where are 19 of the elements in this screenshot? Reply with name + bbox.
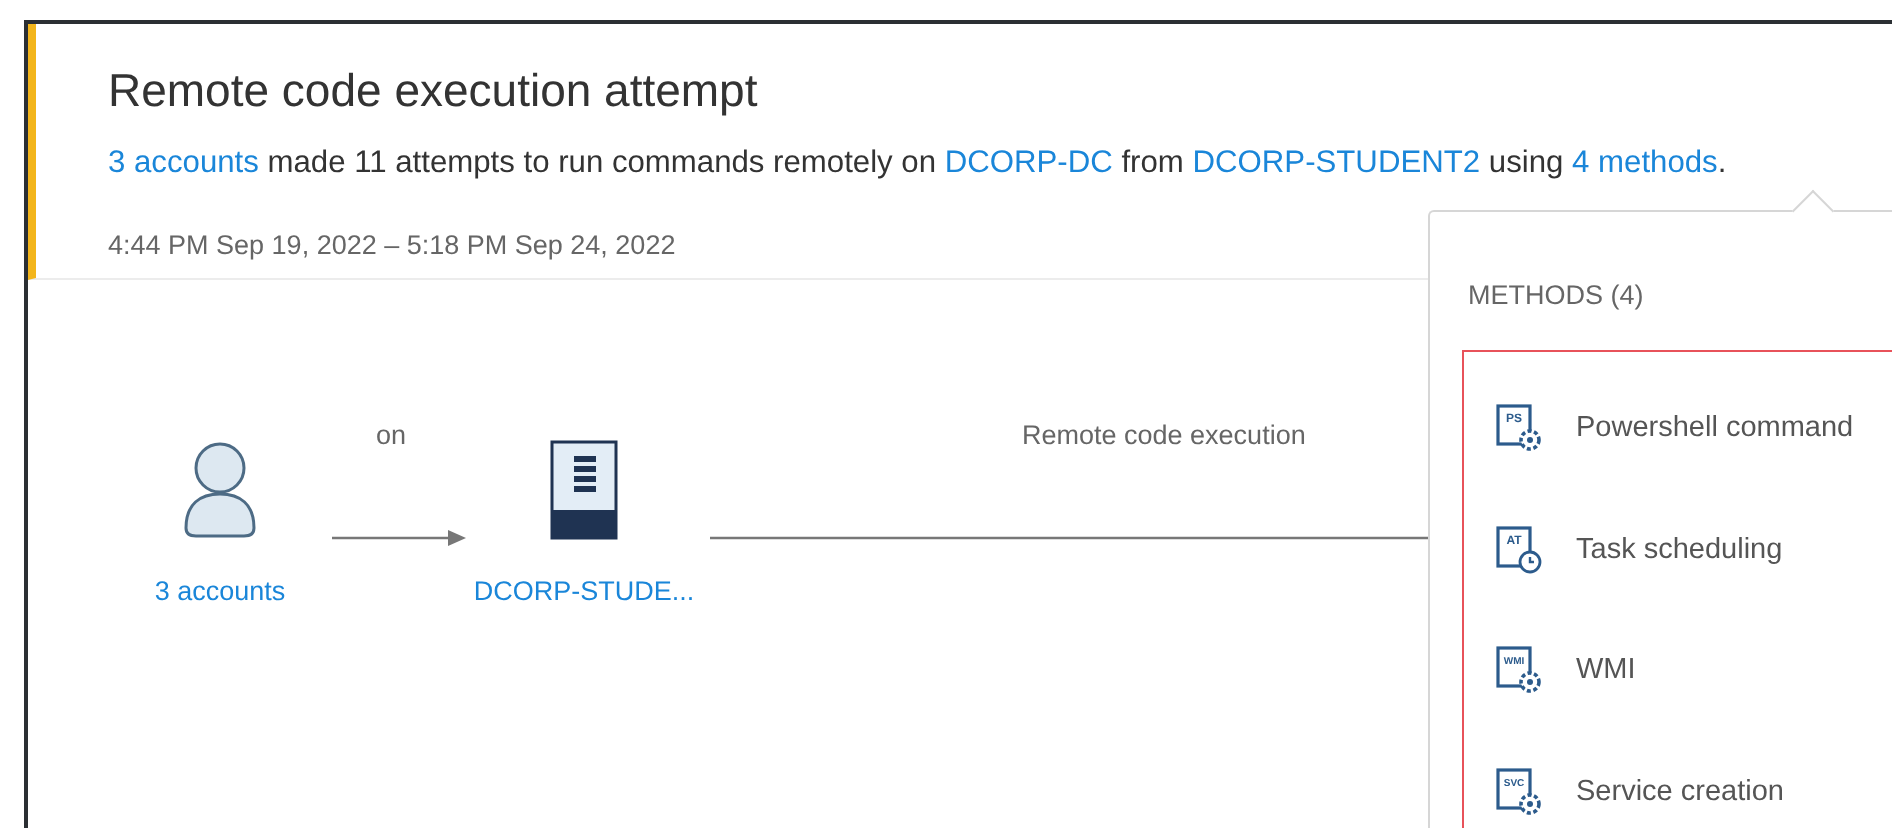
method-label[interactable]: Powershell command xyxy=(1576,412,1854,445)
method-label[interactable]: WMI xyxy=(1576,654,1636,687)
method-label[interactable]: Task scheduling xyxy=(1576,533,1783,566)
summary-link[interactable]: DCORP-STUDENT2 xyxy=(1192,146,1481,180)
summary-link[interactable]: DCORP-DC xyxy=(944,146,1113,180)
alert-summary: 3 accounts made 11 attempts to run commands remotely on DCORP-DC from DCORP-STUDENT2 using 4 methods. xyxy=(108,146,1729,182)
relation-label: on xyxy=(376,420,407,450)
popover-heading: METHODS (4) xyxy=(1468,280,1646,310)
summary-link[interactable]: 4 methods xyxy=(1572,146,1718,180)
alert-title: Remote code execution attempt xyxy=(108,64,760,118)
node-label[interactable]: DCORP-STUDE... xyxy=(473,576,695,606)
server-icon xyxy=(550,440,618,540)
summary-link[interactable]: 3 accounts xyxy=(108,146,259,180)
connection-label: Remote code execution xyxy=(1022,420,1306,450)
node-label[interactable]: 3 accounts xyxy=(154,576,286,606)
user-icon xyxy=(182,440,258,540)
time-range: 4:44 PM Sep 19, 2022 – 5:18 PM Sep 24, 2022 xyxy=(108,230,678,260)
method-label[interactable]: Service creation xyxy=(1576,775,1784,808)
arrow xyxy=(332,528,468,548)
